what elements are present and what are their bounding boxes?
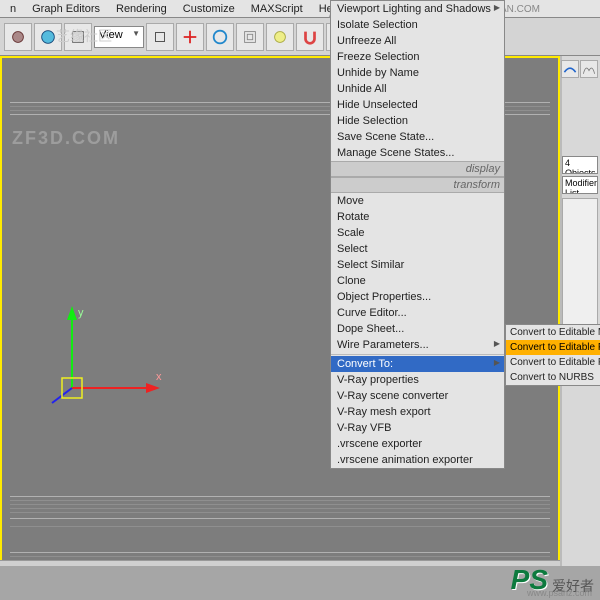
- menu-move[interactable]: Move: [331, 193, 504, 209]
- menu-manage-scene-states[interactable]: Manage Scene States...: [331, 145, 504, 161]
- submenu-editable-poly[interactable]: Convert to Editable Poly: [506, 340, 600, 355]
- tool-button[interactable]: [4, 23, 32, 51]
- menu-vray-properties[interactable]: V-Ray properties: [331, 372, 504, 388]
- menu-unhide-by-name[interactable]: Unhide by Name: [331, 65, 504, 81]
- menu-viewport-lighting[interactable]: Viewport Lighting and Shadows: [331, 1, 504, 17]
- quad-menu: Viewport Lighting and Shadows Isolate Se…: [330, 0, 505, 469]
- magnet-tool-icon[interactable]: [296, 23, 324, 51]
- menu-vray-scene-converter[interactable]: V-Ray scene converter: [331, 388, 504, 404]
- menu-freeze-selection[interactable]: Freeze Selection: [331, 49, 504, 65]
- menu-select-similar[interactable]: Select Similar: [331, 257, 504, 273]
- object-count-label: 4 Objects S: [562, 156, 598, 174]
- menu-select[interactable]: Select: [331, 241, 504, 257]
- submenu-nurbs[interactable]: Convert to NURBS: [506, 370, 600, 385]
- menu-vray-vfb[interactable]: V-Ray VFB: [331, 420, 504, 436]
- menu-item[interactable]: Rendering: [108, 1, 175, 17]
- menu-object-properties[interactable]: Object Properties...: [331, 289, 504, 305]
- menu-section-display: display: [331, 161, 504, 177]
- menu-vray-mesh-export[interactable]: V-Ray mesh export: [331, 404, 504, 420]
- menu-separator: [331, 354, 504, 355]
- menu-scale[interactable]: Scale: [331, 225, 504, 241]
- menu-save-scene-state[interactable]: Save Scene State...: [331, 129, 504, 145]
- submenu-editable-mesh[interactable]: Convert to Editable Mesh: [506, 325, 600, 340]
- menu-unfreeze-all[interactable]: Unfreeze All: [331, 33, 504, 49]
- tool-button[interactable]: [176, 23, 204, 51]
- tool-button[interactable]: [236, 23, 264, 51]
- submenu-editable-patch[interactable]: Convert to Editable Patch: [506, 355, 600, 370]
- menu-hide-unselected[interactable]: Hide Unselected: [331, 97, 504, 113]
- convert-to-submenu: Convert to Editable Mesh Convert to Edit…: [505, 324, 600, 386]
- tool-button[interactable]: [206, 23, 234, 51]
- menu-hide-selection[interactable]: Hide Selection: [331, 113, 504, 129]
- menu-item[interactable]: Graph Editors: [24, 1, 108, 17]
- command-panel: 4 Objects S Modifier List: [560, 56, 600, 566]
- panel-tab[interactable]: [561, 60, 579, 78]
- footer-url: www.psahz.com: [527, 588, 592, 598]
- menu-isolate-selection[interactable]: Isolate Selection: [331, 17, 504, 33]
- menu-item[interactable]: Customize: [175, 1, 243, 17]
- main-toolbar: 艺缘社区 View 3: [0, 18, 600, 56]
- menu-vrscene-exporter[interactable]: .vrscene exporter: [331, 436, 504, 452]
- menu-curve-editor[interactable]: Curve Editor...: [331, 305, 504, 321]
- timeline-bar[interactable]: [0, 560, 560, 566]
- menu-rotate[interactable]: Rotate: [331, 209, 504, 225]
- x-axis-label: x: [156, 371, 162, 383]
- menu-dope-sheet[interactable]: Dope Sheet...: [331, 321, 504, 337]
- menu-convert-to[interactable]: Convert To:: [331, 356, 504, 372]
- tool-button[interactable]: [266, 23, 294, 51]
- overlay-text: 艺缘社区: [56, 26, 112, 46]
- modifier-list-dropdown[interactable]: Modifier List: [562, 176, 598, 194]
- menu-wire-parameters[interactable]: Wire Parameters...: [331, 337, 504, 353]
- y-axis-label: y: [78, 307, 84, 319]
- menu-item[interactable]: n: [2, 1, 24, 17]
- axis-gizmo[interactable]: y x: [42, 298, 182, 421]
- tool-button[interactable]: [146, 23, 174, 51]
- watermark-text: ZF3D.COM: [12, 128, 120, 149]
- menu-clone[interactable]: Clone: [331, 273, 504, 289]
- menu-item[interactable]: MAXScript: [243, 1, 311, 17]
- panel-tab[interactable]: [580, 60, 598, 78]
- menu-vrscene-animation-exporter[interactable]: .vrscene animation exporter: [331, 452, 504, 468]
- menu-section-transform: transform: [331, 177, 504, 193]
- menu-unhide-all[interactable]: Unhide All: [331, 81, 504, 97]
